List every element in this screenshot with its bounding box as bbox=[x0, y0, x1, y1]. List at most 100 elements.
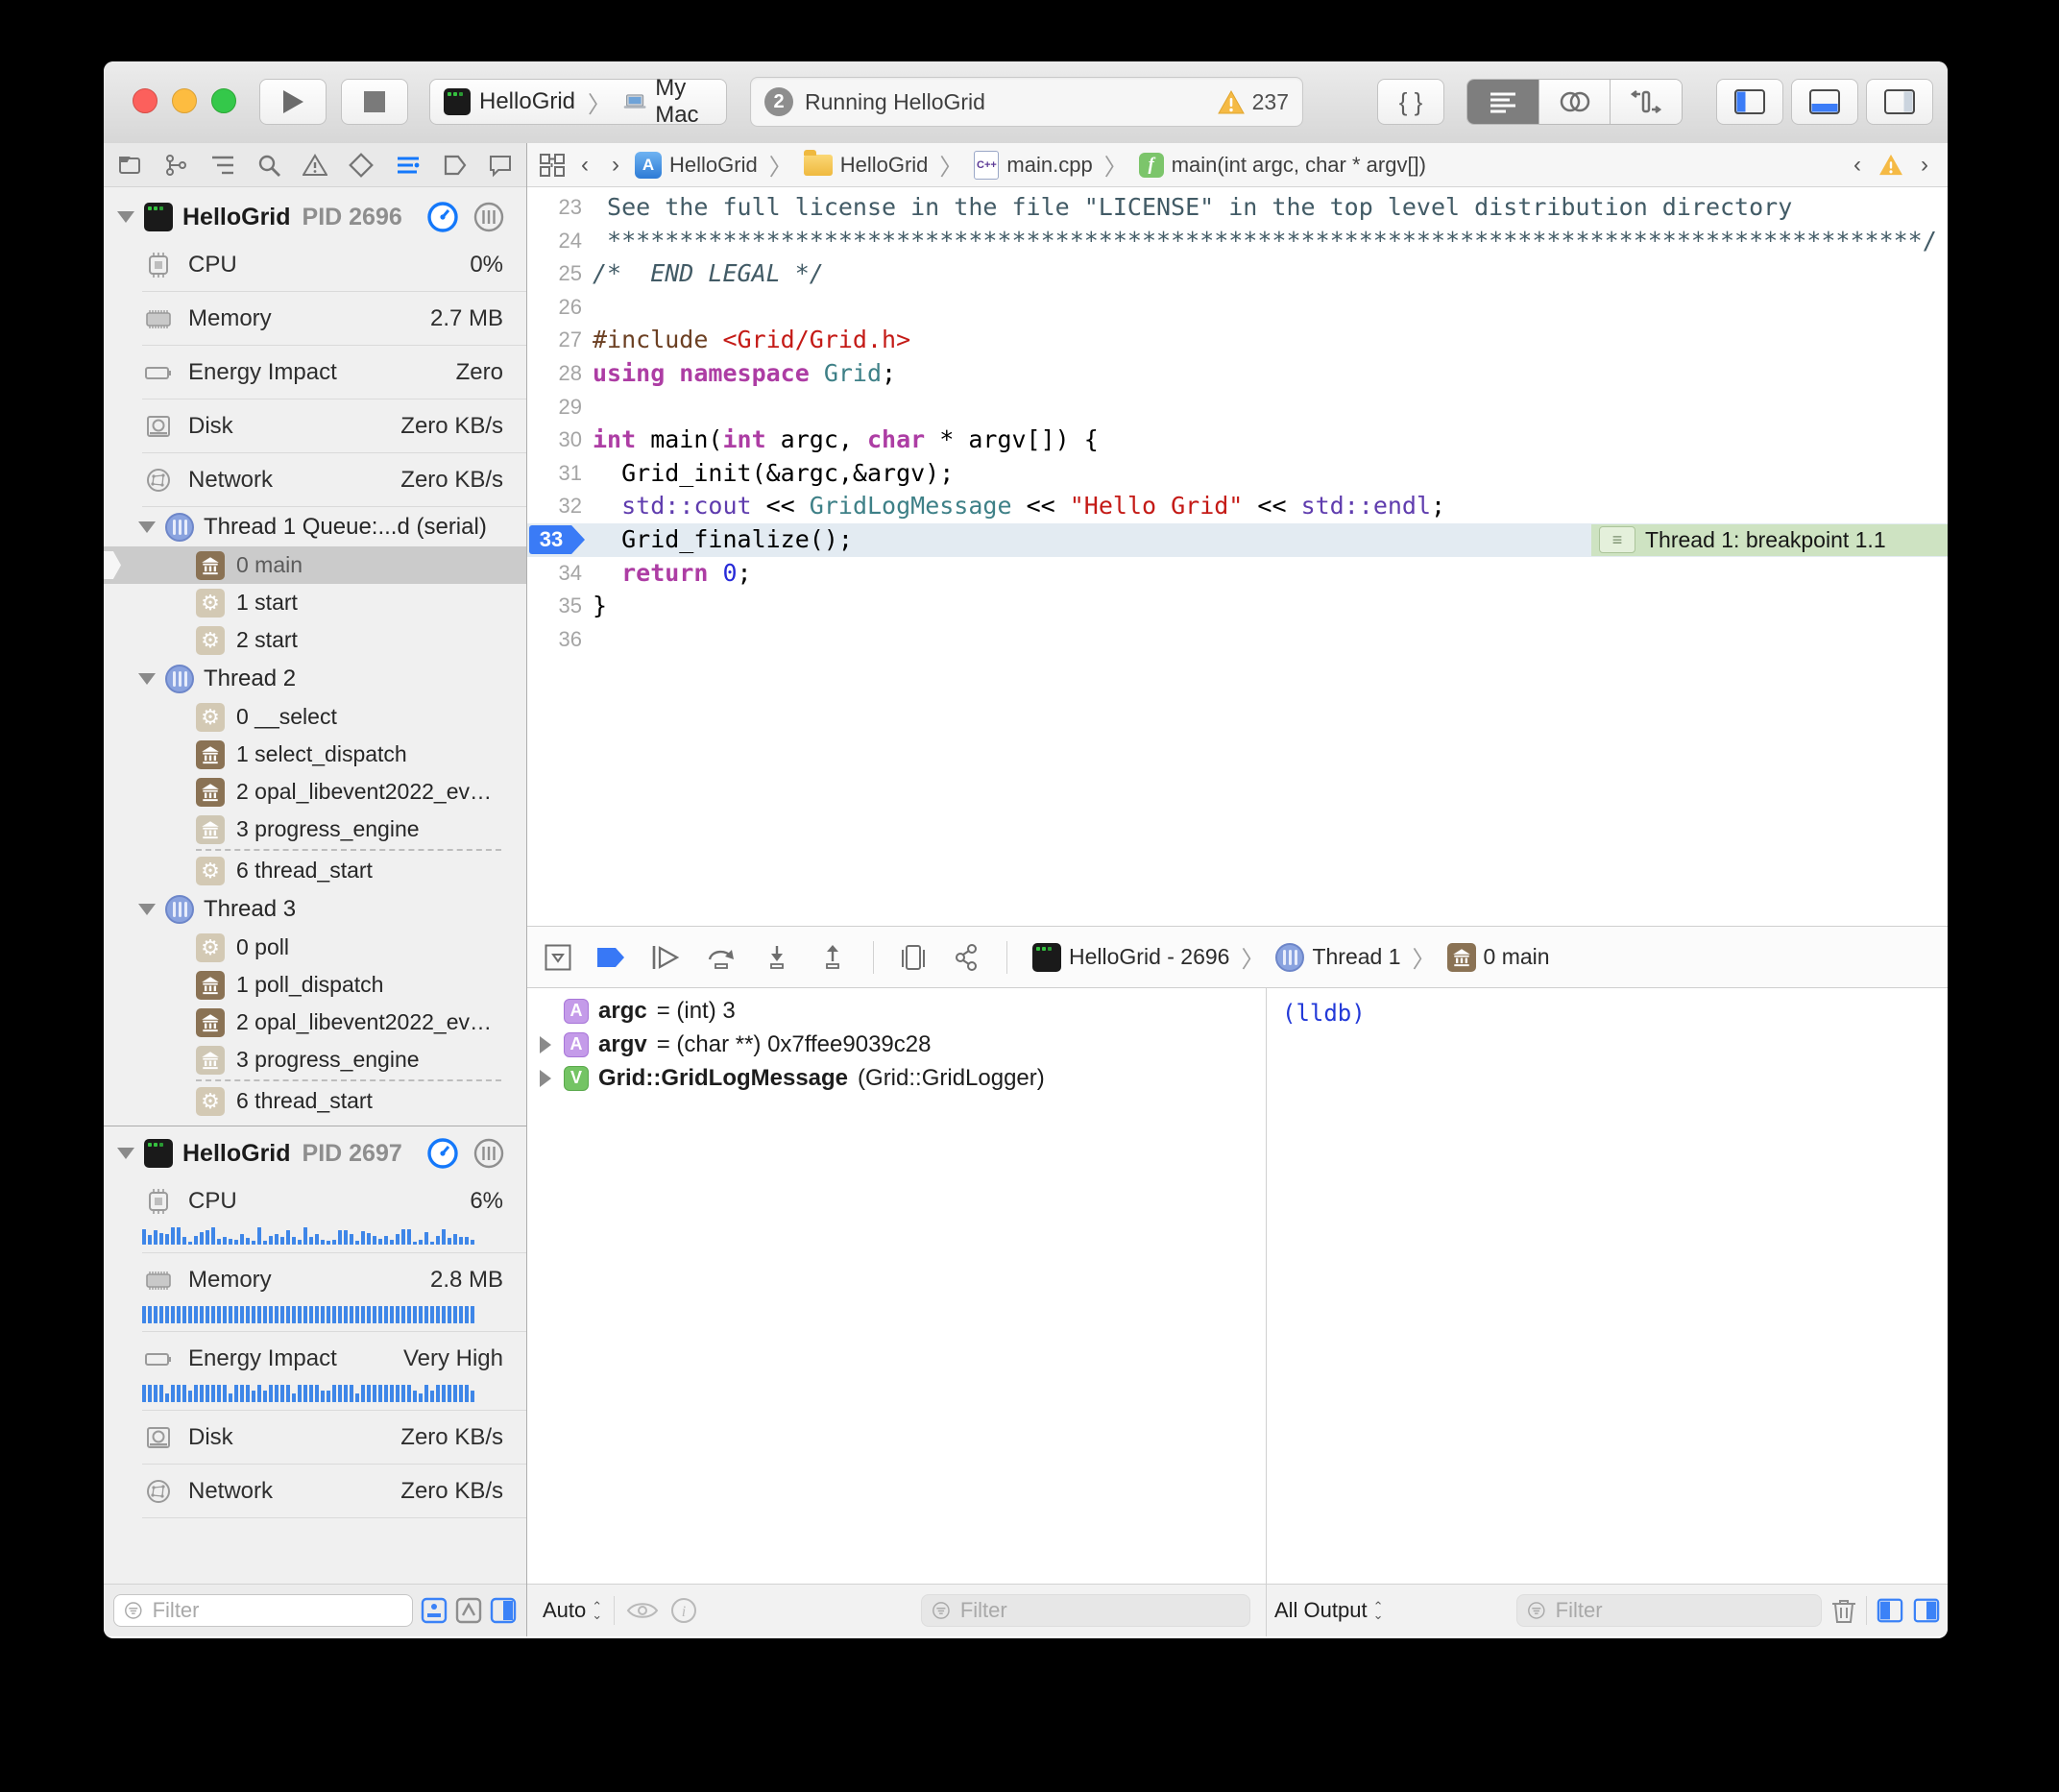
stack-frame-row[interactable]: ⚙0 __select bbox=[104, 698, 526, 736]
debug-view-hierarchy-icon[interactable] bbox=[899, 944, 928, 971]
stack-frame-row[interactable]: ⚙2 start bbox=[104, 621, 526, 659]
process-row[interactable]: HelloGridPID 2696 bbox=[104, 196, 526, 238]
line-number[interactable]: 24 bbox=[527, 225, 582, 258]
clear-console-trash-icon[interactable] bbox=[1831, 1597, 1856, 1624]
navigator-filter-input[interactable] bbox=[151, 1597, 402, 1624]
quicklook-eye-icon[interactable] bbox=[626, 1599, 659, 1622]
issue-warning-icon[interactable] bbox=[1878, 154, 1903, 176]
find-navigator-icon[interactable] bbox=[256, 153, 281, 178]
disclosure-triangle-icon[interactable] bbox=[540, 1036, 551, 1053]
issue-navigator-icon[interactable] bbox=[303, 153, 327, 178]
line-number[interactable]: 35 bbox=[527, 590, 582, 623]
navigator-filter-field[interactable] bbox=[113, 1594, 413, 1627]
step-into-icon[interactable] bbox=[762, 944, 792, 971]
stop-button[interactable] bbox=[341, 79, 408, 125]
filter-running-toggle[interactable] bbox=[490, 1597, 517, 1624]
jumpbar-folder[interactable]: HelloGrid bbox=[840, 153, 929, 178]
variable-row[interactable]: Aargv = (char **) 0x7ffee9039c28 bbox=[527, 1028, 1266, 1061]
performance-gauge-button[interactable] bbox=[426, 201, 459, 233]
history-forward-button[interactable]: › bbox=[604, 152, 627, 179]
thread-row[interactable]: Thread 1 Queue:...d (serial) bbox=[104, 507, 526, 546]
continue-icon[interactable] bbox=[650, 944, 681, 971]
line-number[interactable]: 36 bbox=[527, 623, 582, 657]
related-items-icon[interactable] bbox=[539, 153, 566, 178]
line-number[interactable]: 25 bbox=[527, 257, 582, 291]
disclosure-triangle-icon[interactable] bbox=[117, 1148, 134, 1159]
line-number[interactable]: 32 bbox=[527, 490, 582, 523]
gauge-row[interactable]: NetworkZero KB/s bbox=[104, 453, 526, 506]
toggle-navigator-button[interactable] bbox=[1716, 79, 1783, 125]
line-number[interactable]: 27 bbox=[527, 324, 582, 357]
activity-status-view[interactable]: 2 Running HelloGrid 237 bbox=[750, 77, 1303, 127]
disclosure-triangle-icon[interactable] bbox=[540, 1070, 551, 1087]
stack-frame-row[interactable]: ⚙6 thread_start bbox=[104, 1082, 526, 1120]
source-control-navigator-icon[interactable] bbox=[163, 153, 188, 178]
stack-frame-row[interactable]: ⚙6 thread_start bbox=[104, 852, 526, 889]
stack-frame-row[interactable]: ⚙0 poll bbox=[104, 929, 526, 966]
variables-view[interactable]: Aargc = (int) 3Aargv = (char **) 0x7ffee… bbox=[527, 988, 1266, 1589]
breadcrumb-process[interactable]: HelloGrid - 2696 bbox=[1069, 944, 1229, 970]
jumpbar-project[interactable]: HelloGrid bbox=[669, 153, 758, 178]
stack-frame-row[interactable]: 2 opal_libevent2022_ev… bbox=[104, 773, 526, 811]
variables-filter-field[interactable] bbox=[921, 1594, 1250, 1627]
history-back-button[interactable]: ‹ bbox=[573, 152, 596, 179]
step-over-icon[interactable] bbox=[706, 944, 737, 971]
gauge-row[interactable]: Memory2.7 MB bbox=[104, 292, 526, 345]
line-number[interactable]: 29 bbox=[527, 391, 582, 424]
thread-columns-button[interactable] bbox=[472, 201, 505, 233]
run-button[interactable] bbox=[259, 79, 327, 125]
breadcrumb-thread[interactable]: Thread 1 bbox=[1312, 944, 1400, 970]
disclosure-triangle-icon[interactable] bbox=[138, 673, 156, 685]
debug-memory-graph-icon[interactable] bbox=[953, 944, 981, 971]
debug-split-divider[interactable] bbox=[1266, 988, 1267, 1636]
debug-navigator-icon[interactable] bbox=[396, 153, 421, 178]
process-row[interactable]: HelloGridPID 2697 bbox=[104, 1132, 526, 1174]
gauge-row[interactable]: Energy ImpactZero bbox=[104, 346, 526, 399]
assistant-editor-button[interactable] bbox=[1538, 80, 1611, 124]
stack-frame-row[interactable]: 3 progress_engine bbox=[104, 811, 526, 848]
test-navigator-icon[interactable] bbox=[349, 153, 374, 178]
variable-row[interactable]: VGrid::GridLogMessage (Grid::GridLogger) bbox=[527, 1061, 1266, 1095]
symbol-navigator-icon[interactable] bbox=[210, 153, 235, 178]
gauge-row[interactable]: Energy ImpactVery High bbox=[104, 1332, 526, 1402]
jumpbar-file[interactable]: main.cpp bbox=[1006, 153, 1092, 178]
gauge-row[interactable]: Memory2.8 MB bbox=[104, 1253, 526, 1323]
report-navigator-icon[interactable] bbox=[488, 153, 513, 178]
hide-debug-area-icon[interactable] bbox=[545, 944, 571, 971]
version-editor-button[interactable] bbox=[1610, 80, 1682, 124]
step-out-icon[interactable] bbox=[817, 944, 848, 971]
line-number[interactable]: 23 bbox=[527, 191, 582, 225]
info-icon[interactable]: i bbox=[670, 1597, 697, 1624]
previous-issue-button[interactable]: ‹ bbox=[1846, 152, 1869, 179]
standard-editor-button[interactable] bbox=[1467, 80, 1538, 124]
jumpbar-symbol[interactable]: main(int argc, char * argv[]) bbox=[1172, 153, 1426, 178]
console-view[interactable]: (lldb) bbox=[1267, 988, 1948, 1584]
variables-scope-popup[interactable]: Auto ⌃⌄ bbox=[543, 1598, 602, 1623]
project-navigator-icon[interactable] bbox=[117, 153, 142, 178]
stack-frame-row[interactable]: 2 opal_libevent2022_ev… bbox=[104, 1004, 526, 1041]
thread-row[interactable]: Thread 3 bbox=[104, 889, 526, 929]
disclosure-triangle-icon[interactable] bbox=[117, 211, 134, 223]
gauge-row[interactable]: CPU6% bbox=[104, 1174, 526, 1245]
close-window-button[interactable] bbox=[133, 88, 157, 113]
disclosure-triangle-icon[interactable] bbox=[138, 904, 156, 915]
gauge-row[interactable]: DiskZero KB/s bbox=[104, 400, 526, 452]
console-filter-field[interactable] bbox=[1516, 1594, 1822, 1627]
performance-gauge-button[interactable] bbox=[426, 1137, 459, 1170]
gauge-row[interactable]: CPU0% bbox=[104, 238, 526, 291]
minimize-window-button[interactable] bbox=[172, 88, 197, 113]
line-number[interactable]: 31 bbox=[527, 457, 582, 491]
scheme-selector[interactable]: HelloGrid 〉 My Mac bbox=[429, 79, 727, 125]
filter-debug-symbols-toggle[interactable] bbox=[421, 1597, 448, 1624]
stack-frame-row[interactable]: 3 progress_engine bbox=[104, 1041, 526, 1078]
variables-filter-input[interactable] bbox=[958, 1597, 1240, 1624]
breakpoint-marker[interactable]: 33 bbox=[529, 525, 585, 554]
line-number[interactable]: 30 bbox=[527, 424, 582, 457]
breakpoints-enabled-icon[interactable] bbox=[596, 947, 625, 968]
breakpoint-navigator-icon[interactable] bbox=[442, 153, 467, 178]
gauge-row[interactable]: DiskZero KB/s bbox=[104, 1411, 526, 1464]
show-console-view-toggle[interactable] bbox=[1913, 1597, 1940, 1624]
source-editor[interactable]: 23 See the full license in the file "LIC… bbox=[527, 187, 1948, 926]
filter-crashed-threads-toggle[interactable] bbox=[455, 1597, 482, 1624]
next-issue-button[interactable]: › bbox=[1913, 152, 1936, 179]
